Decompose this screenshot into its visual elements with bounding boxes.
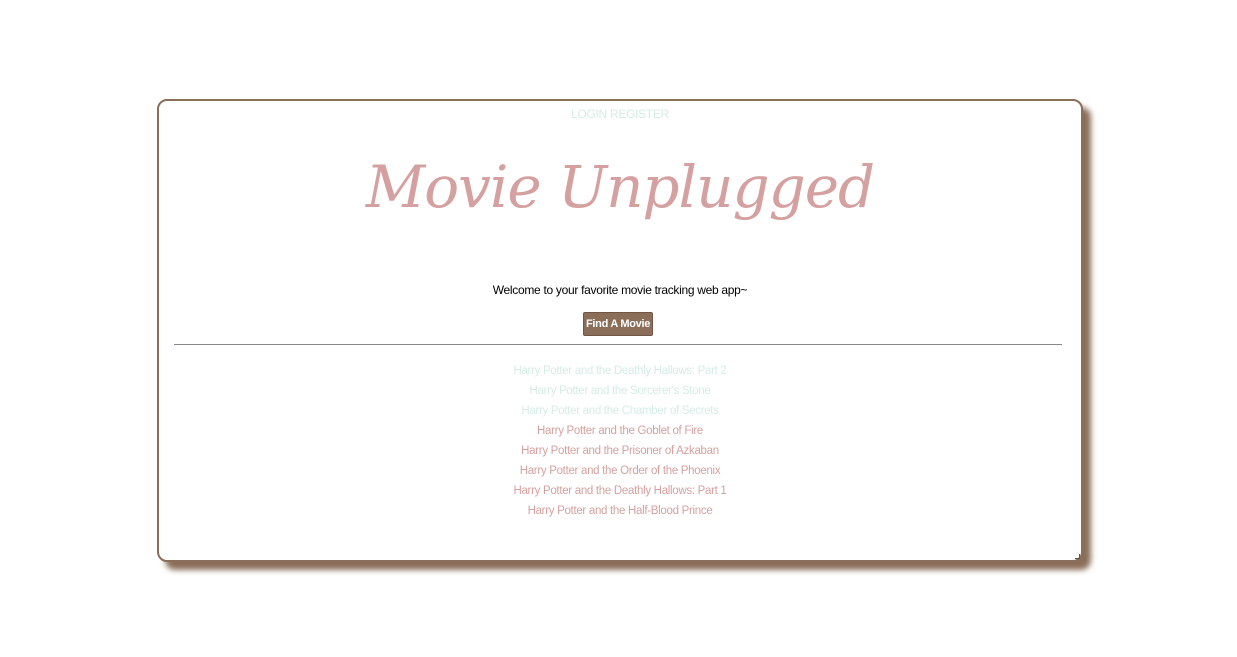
movie-item[interactable]: Harry Potter and the Goblet of Fire [159,421,1081,441]
movie-item[interactable]: Harry Potter and the Order of the Phoeni… [159,461,1081,481]
auth-nav: LOGIN REGISTER [159,107,1081,121]
login-link[interactable]: LOGIN [571,107,607,121]
app-title: Movie Unplugged [365,153,875,221]
main-card: LOGIN REGISTER Movie Unplugged Welcome t… [157,99,1083,562]
movie-list: Harry Potter and the Deathly Hallows: Pa… [159,361,1081,521]
movie-item[interactable]: Harry Potter and the Chamber of Secrets [159,401,1081,421]
movie-item[interactable]: Harry Potter and the Sorcerer's Stone [159,381,1081,401]
movie-item[interactable]: Harry Potter and the Deathly Hallows: Pa… [159,361,1081,381]
find-movie-button[interactable]: Find A Movie [583,312,653,336]
register-link[interactable]: REGISTER [610,107,669,121]
resize-handle-icon[interactable] [1075,554,1080,559]
welcome-text: Welcome to your favorite movie tracking … [492,283,748,297]
movie-item[interactable]: Harry Potter and the Half-Blood Prince [159,501,1081,521]
divider [174,344,1062,345]
movie-item[interactable]: Harry Potter and the Prisoner of Azkaban [159,441,1081,461]
movie-item[interactable]: Harry Potter and the Deathly Hallows: Pa… [159,481,1081,501]
